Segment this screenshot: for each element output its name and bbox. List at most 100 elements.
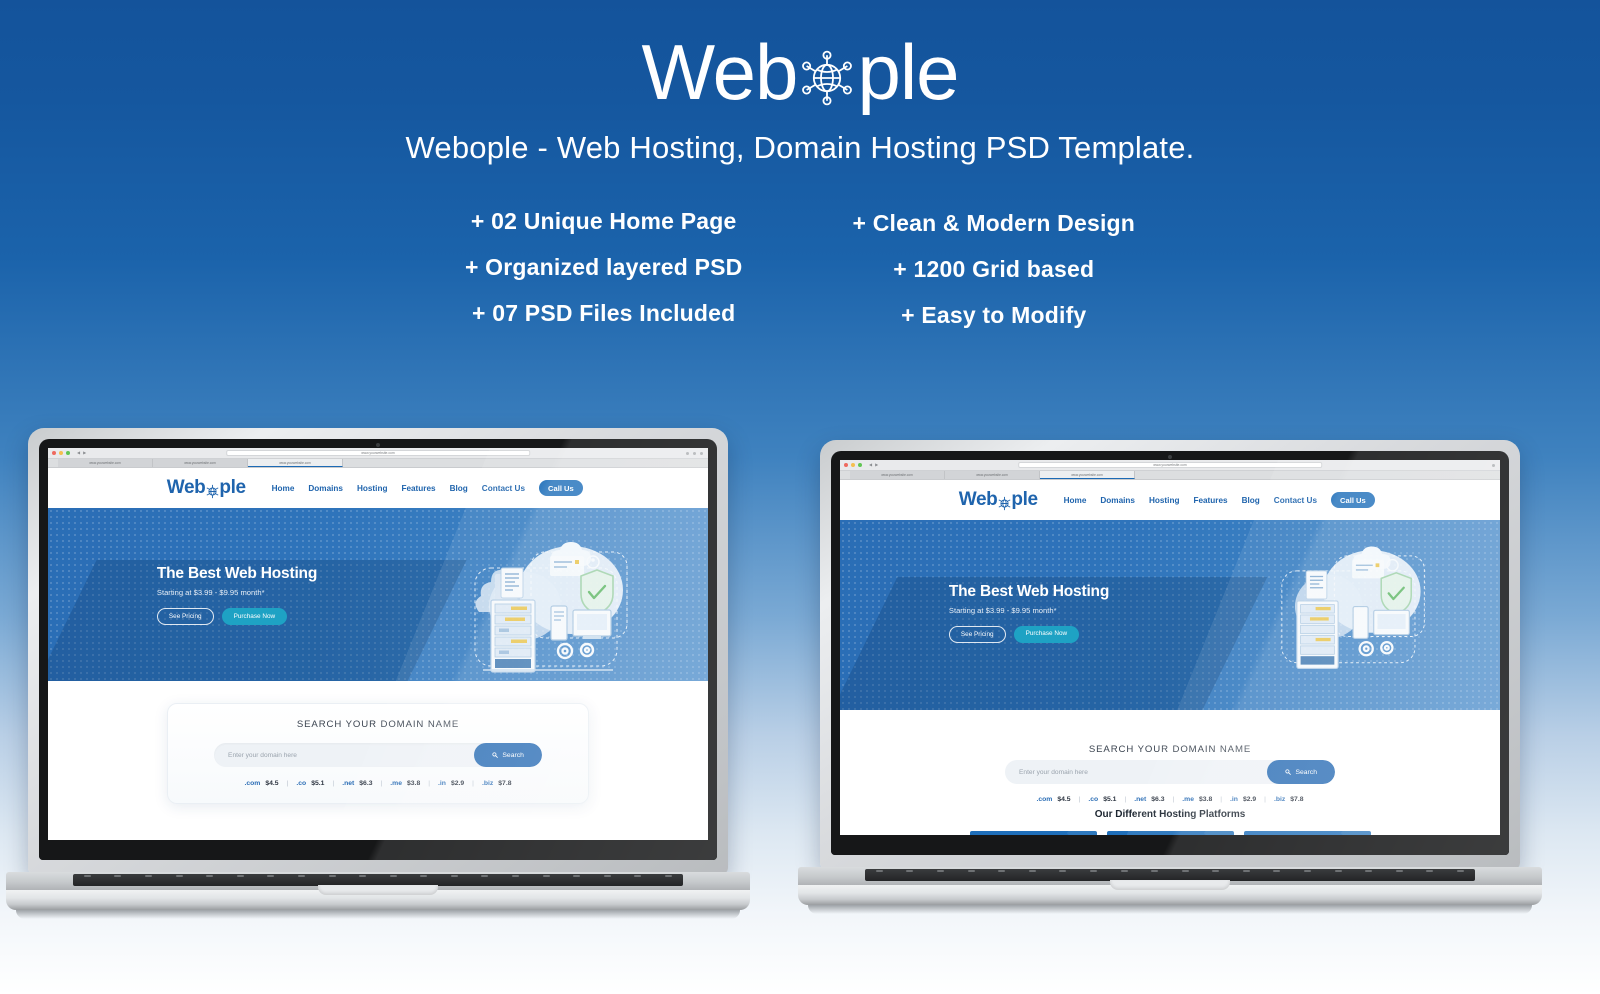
- nav-item-contact-us[interactable]: Contact Us: [1274, 496, 1317, 505]
- share-icon[interactable]: [686, 451, 689, 455]
- laptop-lid: ◀ ▶ www.yourwebsite.com www.yourwebsite.…: [28, 428, 728, 874]
- site-menu: Home Domains Hosting Features Blog Conta…: [1064, 492, 1375, 508]
- see-pricing-button[interactable]: See Pricing: [948, 625, 1006, 643]
- browser-tab-active[interactable]: www.yourwebsite.com: [1040, 471, 1135, 479]
- laptop-base: [798, 867, 1542, 914]
- nav-item-domains[interactable]: Domains: [308, 484, 343, 493]
- browser-url-bar[interactable]: www.yourwebsite.com: [226, 450, 530, 456]
- nav-item-blog[interactable]: Blog: [450, 484, 468, 493]
- search-icon: [492, 752, 499, 758]
- minimize-icon[interactable]: [851, 463, 855, 467]
- tld-item: .net $6.3: [342, 780, 372, 787]
- tld-item: .biz $7.8: [1274, 796, 1304, 803]
- tld-price: $4.5: [1057, 796, 1071, 803]
- search-button-label: Search: [1295, 768, 1317, 776]
- nav-item-home[interactable]: Home: [1064, 496, 1087, 505]
- tld-item: .net $6.3: [1134, 796, 1164, 803]
- logo-text-right: ple: [857, 28, 959, 116]
- hero-banner: The Best Web Hosting Starting at $3.99 -…: [48, 508, 708, 681]
- feature-column-left: + 02 Unique Home Page + Organized layere…: [465, 208, 743, 329]
- tld-separator: |: [332, 780, 335, 787]
- browser-tab-active[interactable]: www.yourwebsite.com: [248, 459, 343, 467]
- globe-network-icon: [205, 483, 220, 498]
- tld-item: .me $3.8: [390, 780, 420, 787]
- nav-item-home[interactable]: Home: [272, 484, 295, 493]
- maximize-icon[interactable]: [858, 463, 862, 467]
- tld-price: $3.8: [1199, 796, 1213, 803]
- browser-tabs: www.yourwebsite.com www.yourwebsite.com …: [48, 459, 708, 468]
- browser-tab[interactable]: www.yourwebsite.com: [945, 471, 1040, 479]
- domain-search-button[interactable]: Search: [1267, 760, 1335, 784]
- laptop-screen-left: ◀ ▶ www.yourwebsite.com www.yourwebsite.…: [48, 448, 708, 840]
- tld-price: $3.8: [407, 780, 421, 787]
- platforms-title: Our Different Hosting Platforms: [1094, 809, 1246, 820]
- site-menu: Home Domains Hosting Features Blog Conta…: [272, 480, 583, 496]
- close-icon[interactable]: [52, 451, 56, 455]
- back-icon[interactable]: ◀: [77, 451, 80, 455]
- settings-icon[interactable]: [700, 451, 703, 455]
- maximize-icon[interactable]: [66, 451, 70, 455]
- tld-price: $2.9: [1242, 796, 1257, 803]
- browser-tab[interactable]: www.yourwebsite.com: [153, 459, 248, 467]
- browser-url-bar[interactable]: www.yourwebsite.com: [1018, 462, 1322, 468]
- domain-search-row: Enter your domain here Search: [214, 743, 542, 767]
- purchase-now-button[interactable]: Purchase Now: [221, 608, 288, 626]
- hosting-illustration-icon: [1257, 524, 1467, 674]
- forward-icon[interactable]: ▶: [875, 463, 878, 467]
- call-us-button[interactable]: Call Us: [1331, 492, 1375, 508]
- browser-toolbar: ◀ ▶ www.yourwebsite.com: [840, 460, 1500, 471]
- see-pricing-button[interactable]: See Pricing: [156, 608, 214, 626]
- tld-separator: |: [1220, 796, 1222, 803]
- feature-item: + 02 Unique Home Page: [470, 208, 737, 234]
- site-logo[interactable]: Web ple: [959, 489, 1038, 511]
- purchase-now-button[interactable]: Purchase Now: [1013, 625, 1080, 643]
- domain-search-section: SEARCH YOUR DOMAIN NAME Enter your domai…: [48, 681, 708, 840]
- hero-banner: The Best Web Hosting Starting at $3.99 -…: [840, 520, 1500, 710]
- tld-name: .net: [342, 780, 355, 787]
- domain-search-input[interactable]: Enter your domain here: [214, 744, 474, 767]
- settings-icon[interactable]: [1492, 463, 1495, 467]
- feature-item: + 07 PSD Files Included: [471, 300, 736, 326]
- nav-item-hosting[interactable]: Hosting: [357, 484, 387, 493]
- tld-separator: |: [1124, 796, 1127, 803]
- tld-price-list: .com $4.5 | .co $5.1 | .net $6.3 | .me $3.8 …: [840, 796, 1500, 803]
- brand-logo: Web ple: [0, 26, 1600, 118]
- hero-title: The Best Web Hosting: [948, 582, 1110, 600]
- site-logo[interactable]: Web ple: [167, 477, 246, 499]
- nav-item-features[interactable]: Features: [1193, 496, 1227, 505]
- hero-content: The Best Web Hosting Starting at $3.99 -…: [156, 565, 318, 626]
- minimize-icon[interactable]: [59, 451, 63, 455]
- close-icon[interactable]: [844, 463, 848, 467]
- tld-name: .com: [1036, 796, 1053, 803]
- domain-search-input[interactable]: Enter your domain here: [1005, 761, 1267, 784]
- domain-search-button[interactable]: Search: [474, 743, 542, 767]
- browser-tab[interactable]: www.yourwebsite.com: [58, 459, 153, 467]
- tld-item: .me $3.8: [1182, 796, 1212, 803]
- nav-item-hosting[interactable]: Hosting: [1149, 496, 1179, 505]
- nav-item-blog[interactable]: Blog: [1242, 496, 1260, 505]
- add-tab-icon[interactable]: [693, 451, 696, 455]
- laptop-shadow: [808, 905, 1532, 914]
- hero-subtitle: Starting at $3.99 - $9.95 month*: [948, 605, 1057, 615]
- tld-price: $6.3: [359, 780, 373, 787]
- call-us-button[interactable]: Call Us: [539, 480, 583, 496]
- screen-chin: [831, 835, 1509, 855]
- feature-item: + Organized layered PSD: [464, 254, 743, 280]
- site-logo-text-left: Web: [166, 477, 206, 498]
- tld-separator: |: [1172, 796, 1175, 803]
- nav-item-features[interactable]: Features: [401, 484, 435, 493]
- back-icon[interactable]: ◀: [869, 463, 872, 467]
- forward-icon[interactable]: ▶: [83, 451, 86, 455]
- hero-title: The Best Web Hosting: [156, 565, 318, 583]
- site-navbar: Web ple Home Domains Hosting Features Bl…: [48, 468, 708, 508]
- nav-item-contact-us[interactable]: Contact Us: [482, 484, 525, 493]
- nav-item-domains[interactable]: Domains: [1100, 496, 1135, 505]
- laptop-base: [6, 872, 750, 919]
- browser-tab[interactable]: www.yourwebsite.com: [850, 471, 945, 479]
- webcam-icon: [376, 443, 380, 447]
- tld-name: .co: [296, 780, 307, 787]
- tld-name: .net: [1134, 796, 1147, 803]
- search-section-title: SEARCH YOUR DOMAIN NAME: [1088, 744, 1252, 755]
- domain-search-card: SEARCH YOUR DOMAIN NAME Enter your domai…: [166, 703, 590, 804]
- screen-chin: [39, 840, 717, 860]
